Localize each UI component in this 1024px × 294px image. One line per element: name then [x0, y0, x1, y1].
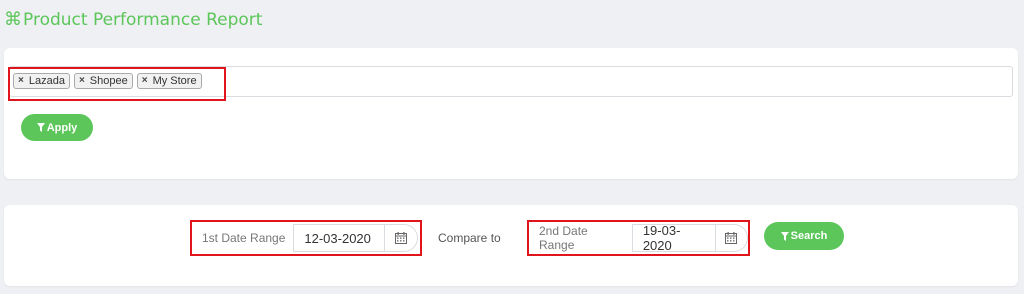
tag-label: Lazada [28, 75, 65, 87]
compare-to-label: Compare to [438, 231, 501, 245]
page-title-text: Product Performance Report [23, 10, 263, 30]
filter-card: × Lazada × Shopee × My Store Apply [4, 48, 1018, 179]
command-icon: ⌘ [4, 9, 22, 30]
second-date-input[interactable]: 19-03-2020 [631, 224, 716, 252]
calendar-icon[interactable] [385, 224, 419, 252]
apply-button[interactable]: Apply [21, 114, 93, 141]
first-range-label: 1st Date Range [202, 231, 286, 245]
filter-icon [780, 231, 789, 241]
page-title: ⌘ Product Performance Report [4, 10, 262, 30]
calendar-glyph [725, 232, 738, 244]
tag-label: My Store [152, 75, 197, 87]
remove-tag-icon[interactable]: × [18, 76, 24, 86]
tag-my-store: × My Store [136, 73, 202, 89]
apply-button-label: Apply [46, 121, 78, 134]
calendar-glyph [395, 232, 408, 244]
tag-label: Shopee [89, 75, 128, 87]
second-range-label: 2nd Date Range [539, 224, 588, 252]
calendar-icon[interactable] [715, 224, 748, 252]
first-date-range-group: 1st Date Range 12-03-2020 [194, 224, 419, 252]
remove-tag-icon[interactable]: × [79, 76, 85, 86]
tag-list: × Lazada × Shopee × My Store [13, 73, 202, 89]
remove-tag-icon[interactable]: × [142, 76, 148, 86]
search-button[interactable]: Search [764, 222, 844, 250]
filter-icon [36, 123, 45, 132]
tag-lazada: × Lazada [13, 73, 70, 89]
second-date-range-group: 2nd Date Range 19-03-2020 [531, 224, 748, 252]
tag-shopee: × Shopee [73, 73, 133, 89]
date-compare-card: 1st Date Range 12-03-2020 Compare to 2nd… [4, 205, 1018, 286]
second-range-highlight: 2nd Date Range 19-03-2020 [527, 220, 750, 256]
search-button-label: Search [790, 230, 828, 242]
first-date-input[interactable]: 12-03-2020 [293, 224, 386, 252]
first-range-highlight: 1st Date Range 12-03-2020 [190, 220, 422, 256]
